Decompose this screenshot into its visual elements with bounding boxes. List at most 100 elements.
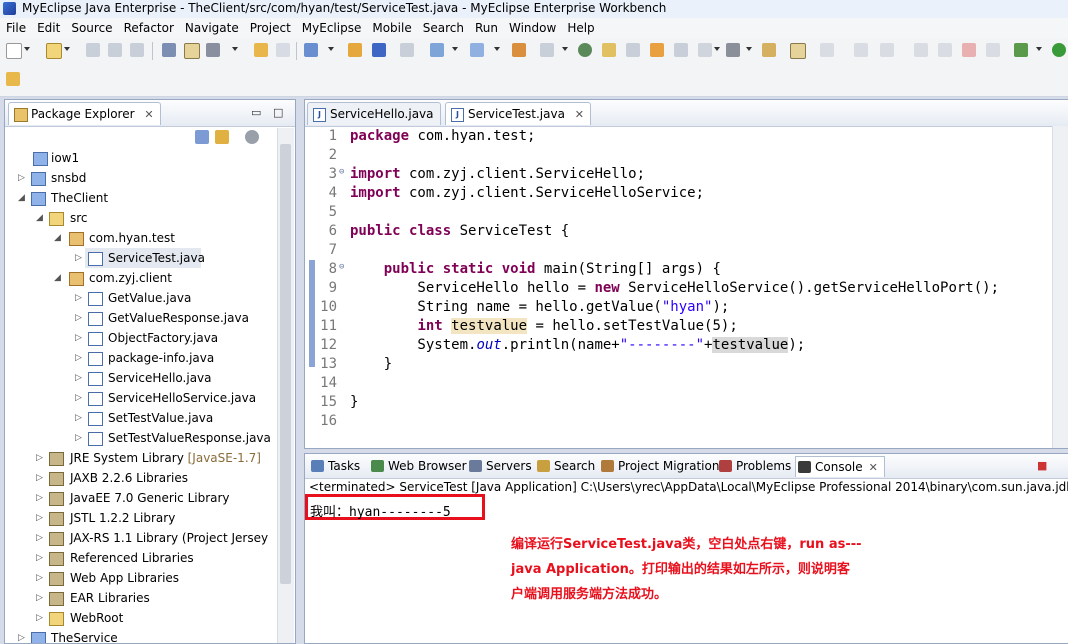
minimize-icon[interactable]: ▭ (251, 106, 261, 119)
open-folder-icon[interactable] (602, 43, 616, 57)
annotation-dropdown-icon[interactable] (714, 47, 720, 51)
code-line[interactable]: 10 String name = hello.getValue("hyan"); (305, 298, 1068, 317)
new-project-icon[interactable] (46, 43, 62, 59)
expand-icon[interactable]: ▷ (36, 588, 46, 608)
expand-icon[interactable]: ▷ (75, 388, 85, 408)
expand-icon[interactable]: ▷ (75, 308, 85, 328)
menu-run[interactable]: Run (469, 18, 503, 37)
toggle-breadcrumb-icon[interactable] (790, 43, 806, 59)
expand-icon[interactable]: ▷ (36, 488, 46, 508)
wizard-dropdown-icon[interactable] (452, 47, 458, 51)
outline-icon[interactable] (626, 43, 640, 57)
menu-myeclipse[interactable]: MyEclipse (296, 18, 367, 37)
tools-dropdown-icon[interactable] (232, 47, 238, 51)
expand-icon[interactable]: ▷ (36, 548, 46, 568)
menu-window[interactable]: Window (503, 18, 561, 37)
camera-icon[interactable] (726, 43, 740, 57)
expand-icon[interactable]: ▷ (75, 288, 85, 308)
link-icon[interactable] (880, 43, 894, 57)
expand-icon[interactable]: ▷ (75, 248, 85, 268)
expand-icon[interactable]: ▷ (36, 608, 46, 628)
debug-perspective-icon[interactable] (674, 43, 688, 57)
code-line[interactable]: 2 (305, 146, 1068, 165)
expand-icon[interactable]: ▷ (36, 528, 46, 548)
search-tool-icon[interactable] (470, 43, 484, 57)
menu-file[interactable]: File (0, 18, 31, 37)
code-line[interactable]: 16 (305, 412, 1068, 431)
close-icon[interactable]: ✕ (869, 461, 878, 474)
print-icon[interactable] (130, 43, 144, 57)
save-all-icon[interactable] (108, 43, 122, 57)
open-type-icon[interactable] (512, 43, 526, 57)
code-line[interactable]: 15} (305, 393, 1068, 412)
menu-refactor[interactable]: Refactor (118, 18, 179, 37)
jar-icon[interactable] (372, 43, 386, 57)
new-dropdown-icon[interactable] (24, 47, 30, 51)
undo-icon[interactable] (820, 43, 834, 57)
tree-item-servicetest-java-selected[interactable]: ▷ ServiceTest.java (75, 248, 205, 268)
terminate-icon[interactable] (962, 43, 976, 57)
next-annotation-icon[interactable] (698, 43, 712, 57)
expand-icon[interactable]: ▷ (36, 568, 46, 588)
code-line[interactable]: 13 } (305, 355, 1068, 374)
tools-icon[interactable] (206, 43, 220, 57)
terminate-console-icon[interactable]: ■ (1037, 459, 1047, 472)
debug-icon[interactable] (1014, 43, 1028, 57)
view-menu-icon[interactable] (245, 130, 259, 144)
resume-icon[interactable] (914, 43, 928, 57)
new-server-icon[interactable] (304, 43, 318, 57)
collapse-icon[interactable]: ◢ (36, 208, 46, 228)
code-line[interactable]: 3 import com.zyj.client.ServiceHello; (305, 165, 1068, 184)
menu-navigate[interactable]: Navigate (179, 18, 244, 37)
link-with-editor-icon[interactable] (215, 130, 229, 144)
new-file-icon[interactable] (540, 43, 554, 57)
collapse-icon[interactable]: ◢ (18, 188, 28, 208)
wizard-icon[interactable] (430, 43, 444, 57)
tab-servicehello-java[interactable]: J ServiceHello.java (307, 102, 441, 125)
code-line[interactable]: 12 System.out.println(name+"--------"+te… (305, 336, 1068, 355)
expand-icon[interactable]: ▷ (36, 508, 46, 528)
new-icon[interactable] (6, 43, 22, 59)
save-icon[interactable] (86, 43, 100, 57)
tab-tasks[interactable]: Tasks (309, 456, 360, 476)
expand-icon[interactable]: ▷ (18, 168, 28, 188)
code-area[interactable]: 1 package com.hyan.test; 2 3 import com.zyj.… (305, 126, 1068, 448)
debug-dropdown-icon[interactable] (1036, 47, 1042, 51)
tab-console[interactable]: Console ✕ (795, 456, 885, 477)
code-line[interactable]: 8 public static void main(String[] args)… (305, 260, 1068, 279)
code-line[interactable]: 7 (305, 241, 1068, 260)
maximize-icon[interactable]: □ (273, 106, 283, 119)
globe-tool-icon[interactable] (578, 43, 592, 57)
disconnect-icon[interactable] (986, 43, 1000, 57)
code-line[interactable]: 1 package com.hyan.test; (305, 127, 1068, 146)
suspend-icon[interactable] (938, 43, 952, 57)
code-line[interactable]: 9 ServiceHello hello = new ServiceHelloS… (305, 279, 1068, 298)
tab-problems[interactable]: Problems (717, 456, 791, 476)
package-icon[interactable] (348, 43, 362, 57)
expand-icon[interactable]: ▷ (75, 408, 85, 428)
tab-project-migration[interactable]: Project Migration (599, 456, 719, 476)
fold-icon[interactable]: ⊖ (339, 262, 344, 272)
lamp-icon[interactable] (650, 43, 664, 57)
expand-icon[interactable]: ▷ (75, 348, 85, 368)
code-line[interactable]: 5 (305, 203, 1068, 222)
menu-search[interactable]: Search (417, 18, 469, 37)
code-line[interactable]: 11 int testvalue = hello.setTestValue(5)… (305, 317, 1068, 336)
menu-source[interactable]: Source (65, 18, 117, 37)
editor-scrollbar[interactable] (1052, 126, 1068, 448)
perspective-icon[interactable] (6, 72, 20, 86)
code-line[interactable]: 14 (305, 374, 1068, 393)
back-arrow-icon[interactable] (254, 43, 268, 57)
expand-icon[interactable]: ▷ (36, 448, 46, 468)
menu-edit[interactable]: Edit (31, 18, 65, 37)
expand-icon[interactable]: ▷ (75, 328, 85, 348)
expand-icon[interactable]: ▷ (18, 628, 28, 643)
refresh-icon[interactable] (854, 43, 868, 57)
server-dropdown-icon[interactable] (328, 47, 334, 51)
menu-project[interactable]: Project (244, 18, 296, 37)
tab-web-browser[interactable]: Web Browser (369, 456, 467, 476)
file-dropdown-icon[interactable] (562, 47, 568, 51)
scrollbar-thumb[interactable] (280, 144, 291, 584)
project-dropdown-icon[interactable] (64, 47, 70, 51)
fold-icon[interactable]: ⊖ (339, 167, 344, 177)
